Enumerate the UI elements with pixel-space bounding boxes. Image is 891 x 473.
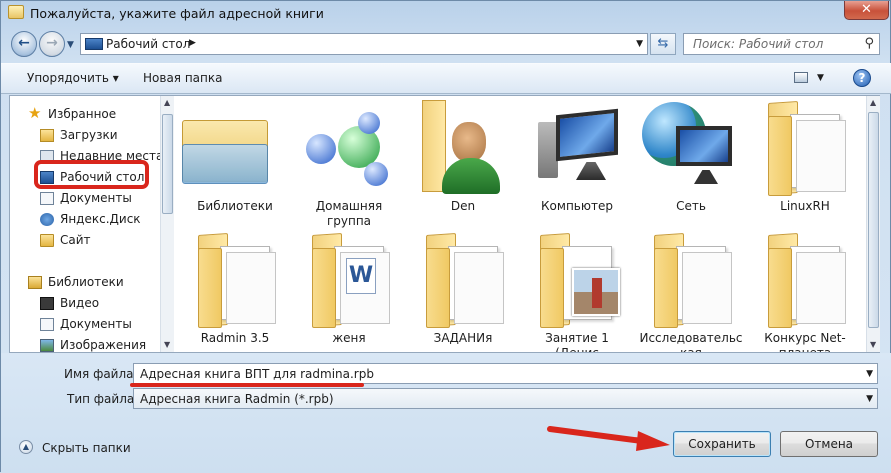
- homegroup-icon: [302, 106, 398, 190]
- sidebar-item-documents[interactable]: Документы: [40, 188, 132, 208]
- star-icon: ★: [28, 104, 42, 122]
- photo-folder-icon: [540, 232, 626, 328]
- sidebar-scroll-thumb[interactable]: [162, 114, 173, 214]
- command-toolbar: Упорядочить ▾ Новая папка ▼ ?: [1, 63, 891, 94]
- sidebar-item-libraries[interactable]: Библиотеки: [28, 272, 124, 292]
- filetype-select[interactable]: Адресная книга Radmin (*.rpb) ▼: [133, 388, 878, 409]
- folder-icon: [40, 233, 54, 247]
- hide-folders-button[interactable]: Скрыть папки: [42, 441, 131, 455]
- images-icon: [40, 338, 54, 352]
- history-dropdown-icon[interactable]: ▼: [67, 40, 74, 50]
- chevron-down-icon[interactable]: ▼: [866, 369, 873, 379]
- address-path[interactable]: Рабочий стол: [106, 37, 190, 51]
- file-item[interactable]: Библиотеки: [180, 96, 290, 221]
- sidebar-item-images[interactable]: Изображения: [40, 335, 146, 352]
- file-item[interactable]: ЗАДАНИя: [408, 228, 518, 352]
- word-folder-icon: W: [312, 232, 398, 328]
- hide-folders-icon[interactable]: ▲: [19, 440, 33, 454]
- file-grid-scrollbar[interactable]: ▲ ▼: [866, 96, 880, 352]
- title-bar: Пожалуйста, укажите файл адресной книги …: [1, 1, 891, 27]
- file-item[interactable]: Конкурс Net-планета: [750, 228, 860, 352]
- documents-icon: [40, 317, 54, 331]
- scroll-up-icon[interactable]: ▲: [164, 98, 170, 107]
- folder-icon: [8, 5, 24, 19]
- file-item[interactable]: Radmin 3.5: [180, 228, 290, 352]
- views-icon[interactable]: [794, 72, 808, 83]
- filename-label: Имя файла:: [64, 367, 138, 381]
- file-item[interactable]: Компьютер: [522, 96, 632, 221]
- filename-field[interactable]: Адресная книга ВПТ для radmina.rpb ▼: [133, 363, 878, 384]
- libraries-icon: [28, 275, 42, 289]
- downloads-folder-icon: [40, 128, 54, 142]
- chevron-down-icon[interactable]: ▼: [636, 39, 643, 49]
- annotation-highlight: [34, 160, 149, 189]
- sidebar-item-downloads[interactable]: Загрузки: [40, 125, 118, 145]
- filename-value[interactable]: Адресная книга ВПТ для radmina.rpb: [140, 367, 374, 381]
- scroll-down-icon[interactable]: ▼: [870, 340, 876, 349]
- content-area: ★ Избранное Загрузки Недавние места Рабоч…: [9, 95, 880, 353]
- file-dialog: Пожалуйста, укажите файл адресной книги …: [0, 0, 891, 473]
- filetype-label: Тип файла:: [67, 392, 139, 406]
- file-item[interactable]: Den: [408, 96, 518, 221]
- file-item[interactable]: Сеть: [636, 96, 746, 221]
- sidebar-scrollbar[interactable]: ▲ ▼: [160, 96, 174, 352]
- folder-icon: [654, 232, 740, 328]
- chevron-right-icon[interactable]: ▶: [189, 38, 196, 48]
- file-item[interactable]: W женя: [294, 228, 404, 352]
- file-item[interactable]: Занятие 1 (Денис: [522, 228, 632, 352]
- annotation-arrow: [547, 426, 670, 451]
- new-folder-button[interactable]: Новая папка: [143, 71, 222, 85]
- desktop-icon: [85, 38, 103, 50]
- scroll-up-icon[interactable]: ▲: [870, 98, 876, 107]
- organize-button[interactable]: Упорядочить ▾: [27, 71, 119, 85]
- yandex-disk-icon: [40, 212, 54, 226]
- annotation-underline: [130, 383, 364, 387]
- user-folder-icon: [422, 100, 502, 196]
- sidebar-item-video[interactable]: Видео: [40, 293, 99, 313]
- file-item[interactable]: Исследовательс кая: [636, 228, 746, 352]
- libraries-icon: [180, 110, 272, 188]
- chevron-down-icon[interactable]: ▼: [866, 394, 873, 404]
- folder-icon: [426, 232, 512, 328]
- navigation-pane: ★ Избранное Загрузки Недавние места Рабоч…: [10, 96, 160, 352]
- sidebar-item-favorites[interactable]: ★ Избранное: [28, 104, 116, 124]
- documents-icon: [40, 191, 54, 205]
- cancel-button[interactable]: Отмена: [780, 431, 878, 457]
- file-item[interactable]: LinuxRH: [750, 96, 860, 221]
- sidebar-item-site[interactable]: Сайт: [40, 230, 91, 250]
- back-button[interactable]: ←: [11, 31, 37, 57]
- folder-icon: [768, 232, 854, 328]
- folder-icon: [198, 232, 284, 328]
- search-icon[interactable]: ⚲: [864, 36, 874, 51]
- scroll-down-icon[interactable]: ▼: [164, 340, 170, 349]
- refresh-button[interactable]: ⇆: [650, 33, 676, 55]
- filetype-value[interactable]: Адресная книга Radmin (*.rpb): [140, 392, 334, 406]
- navigation-bar: ← → ▼ Рабочий стол ▶ ▼ ⇆ Поиск: Рабочий …: [1, 29, 891, 61]
- search-placeholder: Поиск: Рабочий стол: [693, 37, 824, 51]
- file-item[interactable]: Домашняя группа: [294, 96, 404, 228]
- video-icon: [40, 296, 54, 310]
- address-bar[interactable]: Рабочий стол ▶ ▼: [80, 33, 648, 55]
- sidebar-item-yandex-disk[interactable]: Яндекс.Диск: [40, 209, 141, 229]
- folder-icon: [768, 100, 854, 196]
- window-title: Пожалуйста, укажите файл адресной книги: [30, 6, 324, 21]
- file-grid-scroll-thumb[interactable]: [868, 112, 879, 328]
- search-input[interactable]: Поиск: Рабочий стол ⚲: [683, 33, 880, 55]
- views-dropdown-icon[interactable]: ▼: [817, 73, 824, 83]
- help-icon[interactable]: ?: [853, 69, 871, 87]
- forward-button[interactable]: →: [39, 31, 65, 57]
- save-button[interactable]: Сохранить: [673, 431, 771, 457]
- computer-icon: [536, 108, 620, 186]
- close-button[interactable]: ✕: [844, 1, 889, 20]
- sidebar-item-lib-documents[interactable]: Документы: [40, 314, 132, 334]
- dialog-footer: Имя файла: Адресная книга ВПТ для radmin…: [1, 353, 891, 473]
- file-grid: Библиотеки Домашняя группа Den Компьютер: [174, 96, 864, 352]
